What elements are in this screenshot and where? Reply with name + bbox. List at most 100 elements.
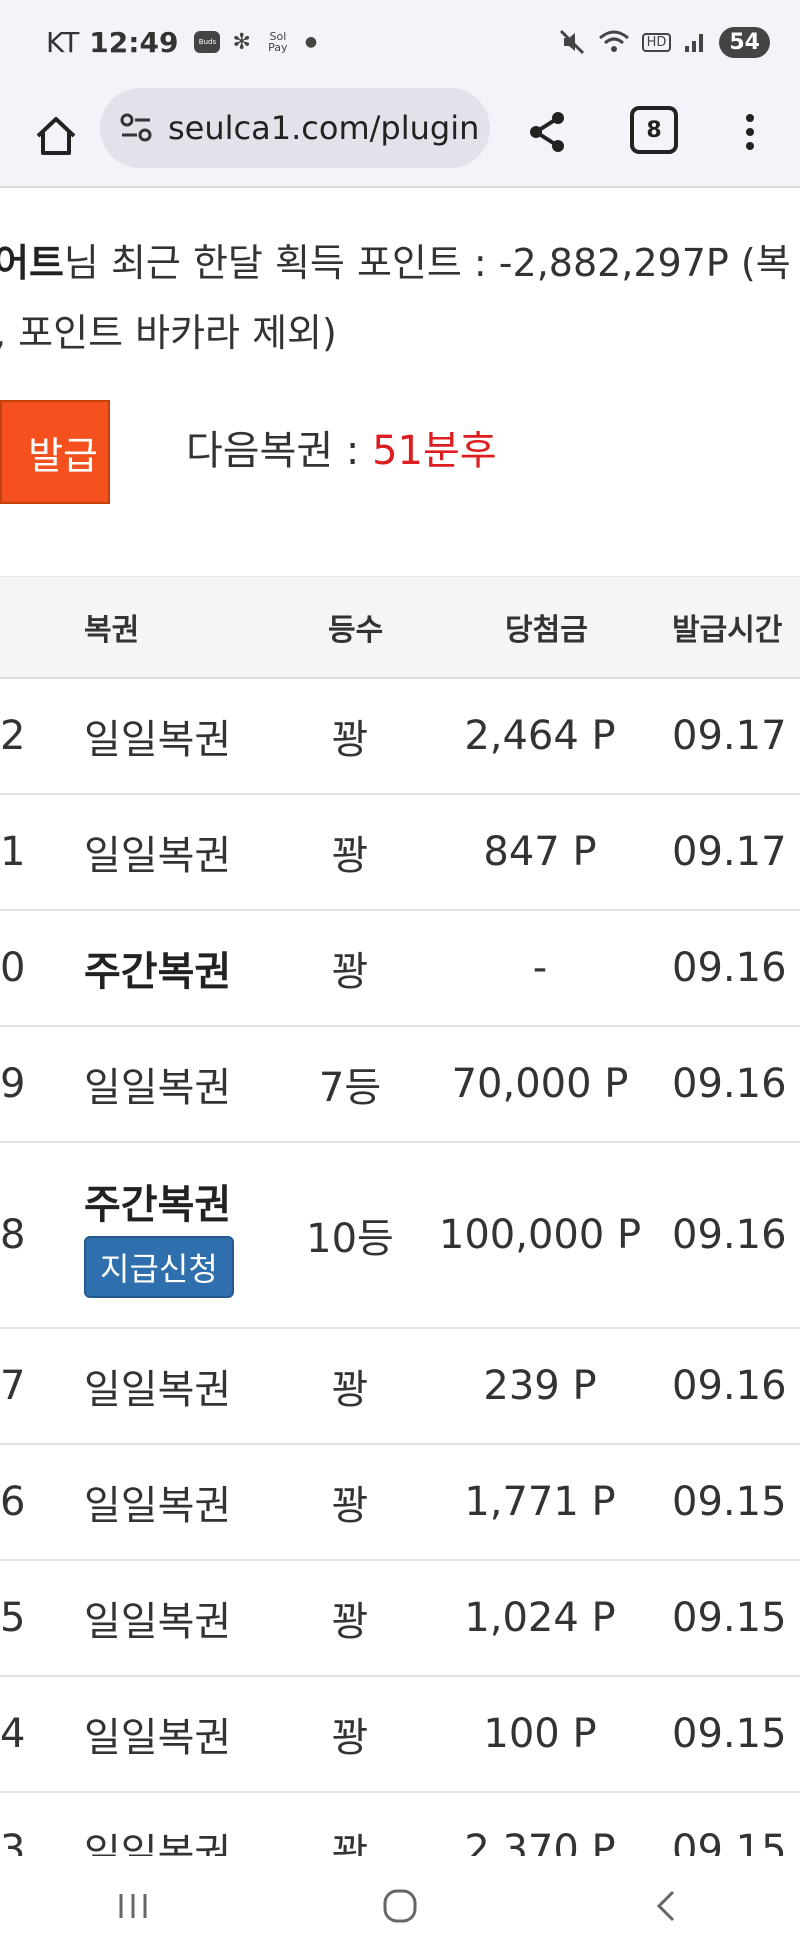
table-row: 5 일일복권 꽝 1,024 P 09.15: [0, 1561, 800, 1677]
table-row: 8 주간복권지급신청 10등 100,000 P 09.16: [0, 1143, 800, 1329]
rank-cell: 꽝: [331, 833, 369, 879]
site-settings-icon[interactable]: [118, 110, 154, 146]
home-circle-icon: [383, 1889, 417, 1923]
issue-time-cell: 09.15: [672, 1479, 787, 1525]
lottery-history-table: 복권 등수 당첨금 발급시간 2 일일복권 꽝 2,464 P 09.17 1 일일복권 꽝 8…: [0, 576, 800, 1909]
lottery-type-cell: 일일복권: [84, 1561, 231, 1675]
status-bar: KT 12:49 Buds ✻ Sol Pay ● HD 54: [0, 0, 800, 84]
table-row: 0 주간복권 꽝 - 09.16: [0, 911, 800, 1027]
lottery-type-cell: 일일복권: [84, 795, 231, 909]
recents-icon: [119, 1894, 147, 1918]
prize-cell: 100 P: [483, 1711, 597, 1757]
table-header: 복권 등수 당첨금 발급시간: [0, 576, 800, 679]
prize-cell: 847 P: [483, 829, 597, 875]
table-body: 2 일일복권 꽝 2,464 P 09.17 1 일일복권 꽝 847 P 09.17 0 주간복권 꽝…: [0, 679, 800, 1909]
issue-time-cell: 09.16: [672, 945, 787, 991]
carrier-label: KT: [46, 25, 80, 59]
system-nav-bar: [0, 1856, 800, 1956]
row-number: 8: [0, 1212, 26, 1258]
home-nav-button[interactable]: [370, 1876, 430, 1936]
status-icons: HD 54: [558, 26, 770, 58]
prize-cell: 100,000 P: [438, 1212, 642, 1258]
lottery-type-cell: 주간복권: [84, 911, 231, 1025]
lottery-type-cell: 일일복권: [84, 1329, 231, 1443]
lottery-type-cell: 일일복권: [84, 1027, 231, 1141]
back-button[interactable]: [637, 1876, 697, 1936]
issue-time-cell: 09.15: [672, 1711, 787, 1757]
sol-pay-icon: Sol Pay: [268, 30, 288, 54]
rank-cell: 10등: [306, 1216, 394, 1262]
home-icon[interactable]: [28, 108, 84, 164]
lottery-type-cell: 주간복권지급신청: [84, 1143, 234, 1327]
row-number: 9: [0, 1061, 26, 1107]
share-icon[interactable]: [520, 104, 576, 160]
table-row: 9 일일복권 7등 70,000 P 09.16: [0, 1027, 800, 1143]
header-lottery: 복권: [84, 613, 140, 648]
issue-time-cell: 09.16: [672, 1363, 787, 1409]
lottery-type: 일일복권: [84, 1367, 232, 1413]
buds-icon: Buds: [194, 31, 221, 53]
row-number: 5: [0, 1595, 26, 1641]
issue-time-cell: 09.16: [672, 1061, 787, 1107]
claim-payout-button[interactable]: 지급신청: [84, 1236, 234, 1298]
row-number: 6: [0, 1479, 26, 1525]
dot-icon: ●: [304, 34, 318, 50]
recent-apps-button[interactable]: [103, 1876, 163, 1936]
table-row: 1 일일복권 꽝 847 P 09.17: [0, 795, 800, 911]
header-issue-time: 발급시간: [672, 613, 783, 648]
rank-cell: 꽝: [331, 1599, 369, 1645]
lottery-type-cell: 일일복권: [84, 679, 231, 793]
lottery-type: 일일복권: [84, 1065, 232, 1111]
lottery-type: 주간복권: [84, 1182, 232, 1228]
address-bar[interactable]: seulca1.com/plugin: [100, 88, 490, 168]
status-clock: 12:49: [89, 25, 179, 59]
prize-cell: 1,771 P: [464, 1479, 616, 1525]
lottery-type: 일일복권: [84, 1483, 232, 1529]
browser-toolbar: seulca1.com/plugin 8: [0, 84, 800, 188]
rank-cell: 꽝: [331, 1715, 369, 1761]
prize-cell: 2,464 P: [464, 713, 616, 759]
table-row: 2 일일복권 꽝 2,464 P 09.17: [0, 679, 800, 795]
lottery-type: 일일복권: [84, 833, 232, 879]
flower-icon: ✻: [232, 29, 251, 55]
issue-time-cell: 09.16: [672, 1212, 787, 1258]
next-lottery-value: 51분후: [372, 428, 497, 474]
row-number: 2: [0, 713, 26, 759]
issue-time-cell: 09.17: [672, 829, 787, 875]
tab-switcher-button[interactable]: 8: [630, 106, 678, 154]
hd-icon: HD: [641, 32, 672, 52]
wifi-icon: [598, 30, 629, 52]
prize-cell: 70,000 P: [451, 1061, 629, 1107]
prize-cell: 1,024 P: [464, 1595, 616, 1641]
table-row: 7 일일복권 꽝 239 P 09.16: [0, 1329, 800, 1445]
issue-lottery-button[interactable]: 발급: [0, 400, 110, 504]
rank-cell: 꽝: [331, 949, 369, 995]
lottery-type-cell: 일일복권: [84, 1445, 231, 1559]
rank-cell: 꽝: [331, 717, 369, 763]
table-row: 4 일일복권 꽝 100 P 09.15: [0, 1677, 800, 1793]
row-number: 4: [0, 1711, 26, 1757]
lottery-type: 주간복권: [84, 949, 232, 995]
next-lottery-timer: 다음복권 : 51분후: [186, 418, 497, 476]
more-menu-icon[interactable]: [730, 104, 770, 160]
row-number: 7: [0, 1363, 26, 1409]
url-text: seulca1.com/plugin: [168, 109, 480, 147]
rank-cell: 꽝: [331, 1367, 369, 1413]
lottery-type-cell: 일일복권: [84, 1677, 231, 1791]
header-rank: 등수: [328, 613, 384, 648]
table-row: 6 일일복권 꽝 1,771 P 09.15: [0, 1445, 800, 1561]
prize-cell: -: [532, 945, 548, 991]
row-number: 1: [0, 829, 26, 875]
lottery-type: 일일복권: [84, 717, 232, 763]
rank-cell: 7등: [318, 1065, 382, 1111]
points-summary-text: 님 최근 한달 획득 포인트 : -2,882,297P (복: [63, 241, 791, 285]
next-lottery-label: 다음복권 :: [186, 428, 373, 474]
row-number: 0: [0, 945, 26, 991]
header-prize: 당첨금: [505, 613, 588, 648]
issue-time-cell: 09.15: [672, 1595, 787, 1641]
mute-icon: [559, 29, 584, 55]
signal-icon: [685, 34, 704, 52]
issue-time-cell: 09.17: [672, 713, 787, 759]
points-summary-line2: , 포인트 바카라 제외): [0, 311, 337, 355]
rank-cell: 꽝: [331, 1483, 369, 1529]
